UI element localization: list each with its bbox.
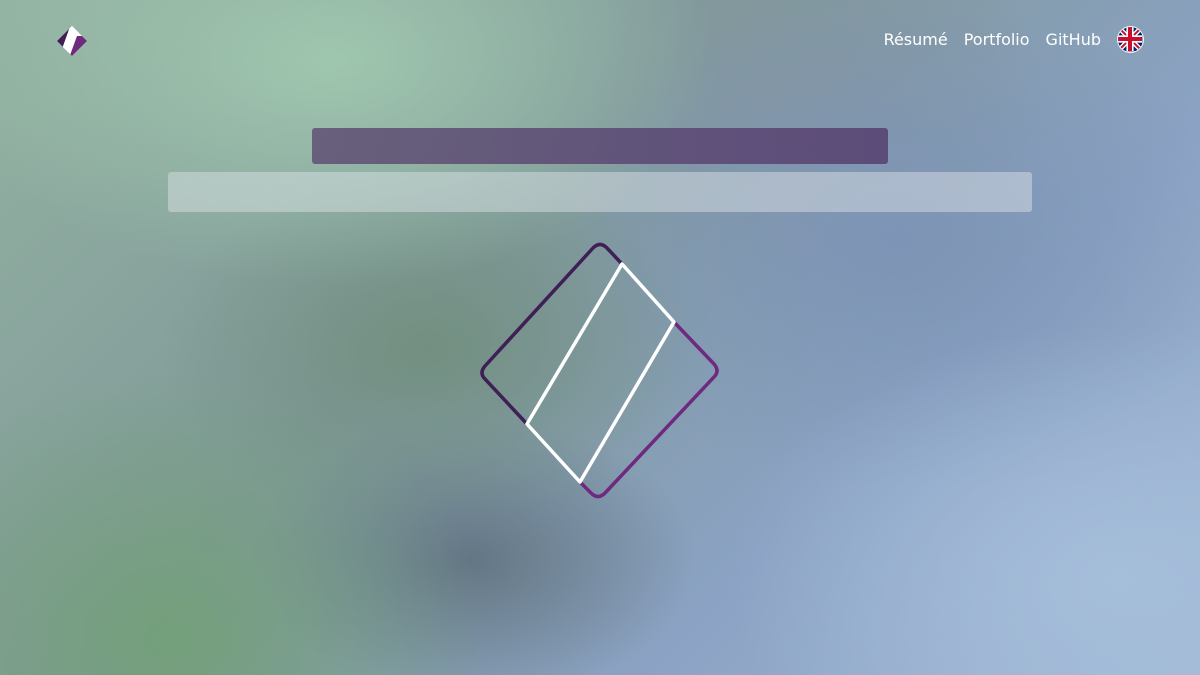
nav-link-github[interactable]: GitHub xyxy=(1046,30,1101,49)
subtitle-placeholder-bar xyxy=(168,172,1032,212)
title-placeholder-bar xyxy=(312,128,888,164)
hero-diamond-logo-icon xyxy=(470,236,730,508)
uk-flag-icon[interactable] xyxy=(1117,26,1144,53)
nav-link-portfolio[interactable]: Portfolio xyxy=(964,30,1030,49)
top-nav: Résumé Portfolio GitHub xyxy=(884,26,1144,53)
nav-link-resume[interactable]: Résumé xyxy=(884,30,948,49)
site-logo-icon[interactable] xyxy=(55,24,89,58)
